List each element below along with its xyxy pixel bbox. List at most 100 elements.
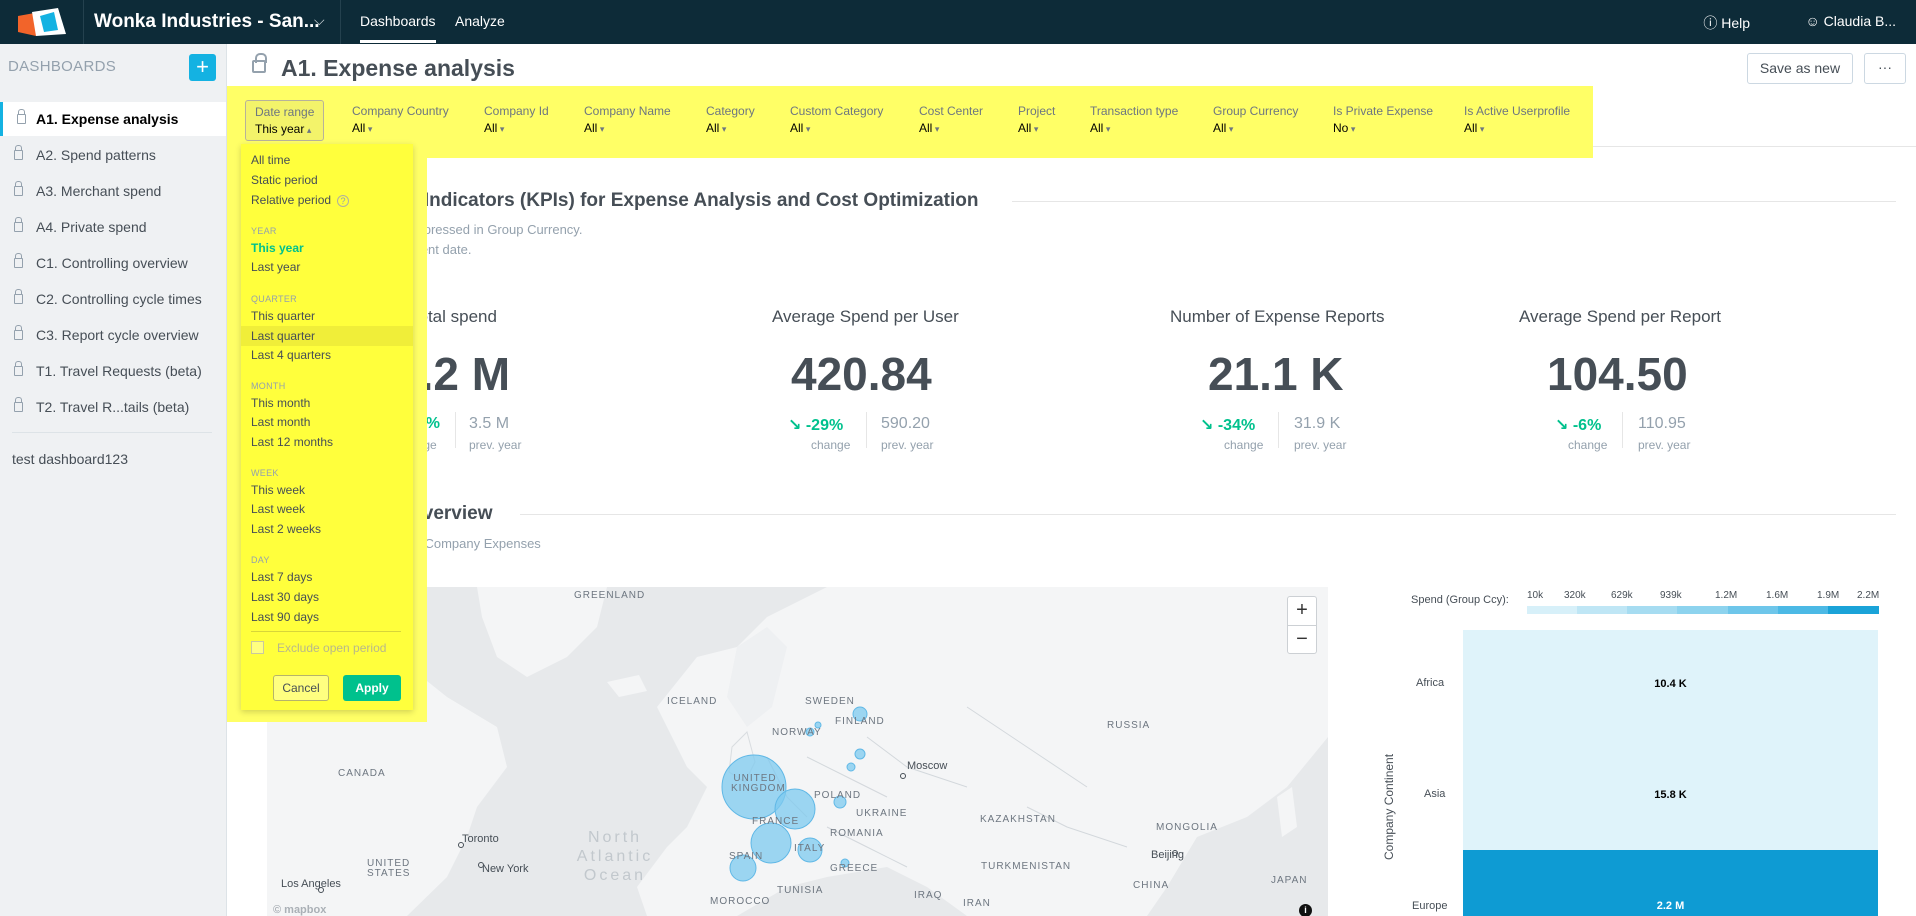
date-option-last-4-quarters[interactable]: Last 4 quarters bbox=[251, 348, 331, 362]
topbar-divider bbox=[83, 0, 84, 44]
date-option-last-2-weeks[interactable]: Last 2 weeks bbox=[251, 522, 321, 536]
map-country-label: CANADA bbox=[338, 768, 386, 779]
filter-group-currency[interactable]: Group Currency All bbox=[1213, 104, 1298, 135]
sidebar-item-c3[interactable]: C3. Report cycle overview bbox=[0, 318, 226, 352]
date-option-all-time[interactable]: All time bbox=[251, 153, 290, 167]
date-option-this-quarter[interactable]: This quarter bbox=[251, 309, 315, 323]
more-options-button[interactable]: ··· bbox=[1864, 53, 1906, 84]
filter-is-private-expense[interactable]: Is Private Expense No bbox=[1333, 104, 1433, 135]
kpi-prev-label: prev. year bbox=[469, 438, 522, 452]
user-menu[interactable]: ☺ Claudia B... bbox=[1805, 13, 1896, 29]
section-divider bbox=[520, 514, 1896, 515]
info-icon[interactable]: i bbox=[1299, 904, 1312, 916]
help-circle-icon[interactable]: ? bbox=[337, 195, 350, 207]
map-country-label: JAPAN bbox=[1271, 875, 1308, 886]
dropdown-divider bbox=[251, 631, 401, 632]
zoom-in-button[interactable]: + bbox=[1288, 597, 1316, 625]
cancel-button[interactable]: Cancel bbox=[273, 675, 329, 701]
map-country-label: ROMANIA bbox=[830, 828, 884, 839]
map-country-label: IRAN bbox=[963, 898, 991, 909]
legend-tick: 1.2M bbox=[1715, 590, 1738, 601]
heatmap-cell-value: 15.8 K bbox=[1654, 789, 1687, 801]
tab-analyze[interactable]: Analyze bbox=[455, 13, 505, 29]
map-country-label: FINLAND bbox=[835, 716, 885, 727]
date-option-last-7-days[interactable]: Last 7 days bbox=[251, 570, 312, 584]
filter-label: Company Country bbox=[352, 104, 449, 118]
filter-category[interactable]: Category All bbox=[706, 104, 755, 135]
filter-date-range[interactable]: Date range This year bbox=[245, 100, 325, 141]
date-range-dropdown-highlight: All time Static period Relative period? … bbox=[227, 144, 427, 722]
legend-tick: 1.6M bbox=[1766, 590, 1789, 601]
sidebar-item-label: T2. Travel R...tails (beta) bbox=[36, 399, 190, 415]
apply-button[interactable]: Apply bbox=[343, 675, 401, 701]
sidebar-item-a1[interactable]: A1. Expense analysis bbox=[0, 102, 226, 136]
filter-value: All bbox=[790, 121, 883, 135]
sidebar-item-t1[interactable]: T1. Travel Requests (beta) bbox=[0, 354, 226, 388]
lock-icon bbox=[14, 397, 23, 412]
kpi-prev-value: 110.95 bbox=[1638, 415, 1686, 432]
lock-icon bbox=[14, 217, 23, 232]
filter-project[interactable]: Project All bbox=[1018, 104, 1055, 135]
date-option-last-12-months[interactable]: Last 12 months bbox=[251, 435, 333, 449]
sidebar-item-label: A4. Private spend bbox=[36, 219, 147, 235]
map-country-label: SPAIN bbox=[729, 851, 764, 862]
sidebar-item-t2[interactable]: T2. Travel R...tails (beta) bbox=[0, 390, 226, 424]
filter-value: All bbox=[1018, 121, 1055, 135]
sidebar-item-label: A3. Merchant spend bbox=[36, 183, 162, 199]
date-option-last-90-days[interactable]: Last 90 days bbox=[251, 610, 319, 624]
filter-label: Company Id bbox=[484, 104, 549, 118]
filter-custom-category[interactable]: Custom Category All bbox=[790, 104, 883, 135]
map-city-label: Toronto bbox=[462, 833, 499, 845]
map-city-label: Los Angeles bbox=[281, 878, 341, 890]
filter-company-id[interactable]: Company Id All bbox=[484, 104, 549, 135]
filter-company-name[interactable]: Company Name All bbox=[584, 104, 671, 135]
date-option-this-month[interactable]: This month bbox=[251, 396, 310, 410]
lock-icon bbox=[252, 53, 267, 73]
sidebar-item-a2[interactable]: A2. Spend patterns bbox=[0, 138, 226, 172]
date-option-static-period[interactable]: Static period bbox=[251, 173, 318, 187]
date-option-last-year[interactable]: Last year bbox=[251, 260, 300, 274]
workspace-title[interactable]: Wonka Industries - San... bbox=[94, 11, 320, 33]
date-option-last-month[interactable]: Last month bbox=[251, 415, 310, 429]
map-country-label: MOROCCO bbox=[710, 896, 771, 907]
date-option-relative-period[interactable]: Relative period? bbox=[251, 193, 350, 207]
tab-dashboards[interactable]: Dashboards bbox=[360, 13, 436, 43]
filter-value: All bbox=[584, 121, 671, 135]
filter-label: Date range bbox=[255, 105, 315, 119]
date-option-this-week[interactable]: This week bbox=[251, 483, 305, 497]
date-option-this-year[interactable]: This year bbox=[251, 241, 304, 255]
date-option-last-quarter[interactable]: Last quarter bbox=[251, 329, 315, 343]
lock-icon bbox=[14, 253, 23, 268]
kpi-title: Average Spend per Report bbox=[1519, 307, 1721, 326]
filter-value: All bbox=[352, 121, 449, 135]
filter-is-active-userprofile[interactable]: Is Active Userprofile All bbox=[1464, 104, 1570, 135]
sidebar-item-a3[interactable]: A3. Merchant spend bbox=[0, 174, 226, 208]
heatmap-category-label: Africa bbox=[1416, 677, 1445, 689]
sidebar-item-c2[interactable]: C2. Controlling cycle times bbox=[0, 282, 226, 316]
zoom-out-button[interactable]: − bbox=[1288, 625, 1316, 653]
filter-company-country[interactable]: Company Country All bbox=[352, 104, 449, 135]
exclude-open-period-checkbox[interactable] bbox=[251, 641, 264, 654]
sidebar-item-test-dashboard[interactable]: test dashboard123 bbox=[12, 451, 128, 467]
map-country-label: GREENLAND bbox=[574, 590, 646, 601]
date-option-last-week[interactable]: Last week bbox=[251, 502, 305, 516]
question-circle-icon: ⓘ bbox=[1703, 15, 1718, 31]
save-as-new-button[interactable]: Save as new bbox=[1747, 53, 1853, 84]
legend-swatch bbox=[1577, 606, 1629, 614]
sidebar-item-a4[interactable]: A4. Private spend bbox=[0, 210, 226, 244]
map-ocean-label: North Atlantic Ocean bbox=[576, 829, 654, 884]
filter-transaction-type[interactable]: Transaction type All bbox=[1090, 104, 1178, 135]
chevron-down-icon[interactable]: ⌵ bbox=[314, 12, 325, 29]
legend-swatch bbox=[1827, 606, 1879, 614]
kpi-divider bbox=[866, 412, 867, 448]
app-logo-icon[interactable] bbox=[14, 6, 70, 38]
kpi-title: Number of Expense Reports bbox=[1170, 307, 1385, 326]
map-city-label: Beijing bbox=[1151, 849, 1185, 861]
filter-cost-center[interactable]: Cost Center All bbox=[919, 104, 983, 135]
sidebar-item-c1[interactable]: C1. Controlling overview bbox=[0, 246, 226, 280]
option-label: Relative period bbox=[251, 193, 332, 207]
add-dashboard-button[interactable]: + bbox=[189, 54, 216, 81]
help-link[interactable]: ⓘ Help bbox=[1703, 13, 1750, 33]
date-option-last-30-days[interactable]: Last 30 days bbox=[251, 590, 319, 604]
kpi-section-title: e Indicators (KPIs) for Expense Analysis… bbox=[408, 190, 979, 211]
